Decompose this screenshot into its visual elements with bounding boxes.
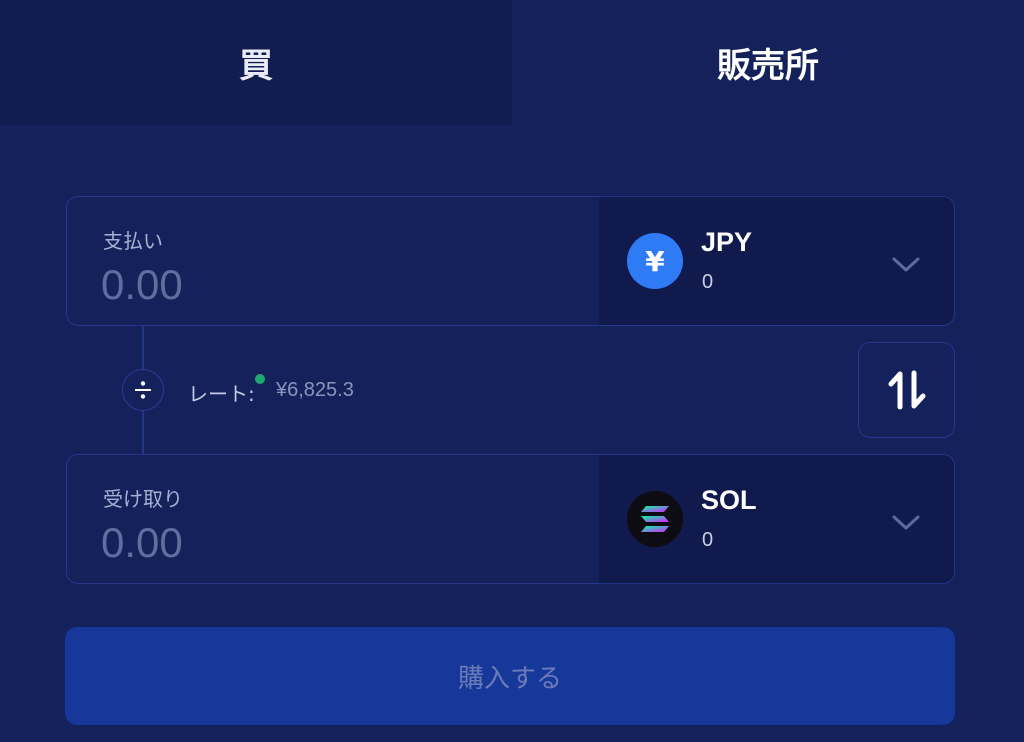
receive-currency-select[interactable]: SOL 0 (599, 455, 954, 583)
solana-coin-icon (627, 491, 683, 547)
pay-currency-balance: 0 (702, 271, 714, 293)
pay-currency-code: JPY (701, 227, 753, 257)
yen-coin-icon: ¥ (627, 233, 683, 289)
swap-arrows-icon (888, 370, 925, 410)
approximately-equal-icon (122, 369, 164, 411)
buy-button[interactable]: 購入する (65, 627, 955, 725)
pay-currency-select[interactable]: ¥ JPY 0 (599, 197, 954, 325)
receive-amount-area: 受け取り (67, 455, 599, 583)
pay-amount-input[interactable] (101, 257, 561, 313)
receive-amount-input[interactable] (101, 515, 561, 571)
rate-value: ¥6,825.3 (276, 379, 354, 401)
receive-currency-code: SOL (701, 485, 757, 515)
swap-button[interactable] (858, 342, 955, 438)
chevron-down-icon (892, 515, 920, 530)
tab-bar: 買 販売所 (0, 0, 1024, 125)
tab-buy[interactable]: 買 (0, 0, 512, 125)
pay-card: 支払い ¥ JPY 0 (66, 196, 955, 326)
pay-amount-area: 支払い (67, 197, 599, 325)
receive-currency-balance: 0 (702, 529, 714, 551)
receive-label: 受け取り (103, 487, 183, 511)
tab-exchange-desk[interactable]: 販売所 (512, 0, 1024, 125)
rate-live-indicator (255, 374, 265, 384)
trade-panel: 買 販売所 支払い ¥ JPY 0 レート: ¥6,825.3 (0, 0, 1024, 742)
connector-line-top (142, 326, 144, 370)
pay-label: 支払い (103, 229, 163, 253)
connector-line-bottom (142, 410, 144, 454)
rate-label: レート: (188, 382, 255, 406)
receive-card: 受け取り SOL 0 (66, 454, 955, 584)
chevron-down-icon (892, 257, 920, 272)
